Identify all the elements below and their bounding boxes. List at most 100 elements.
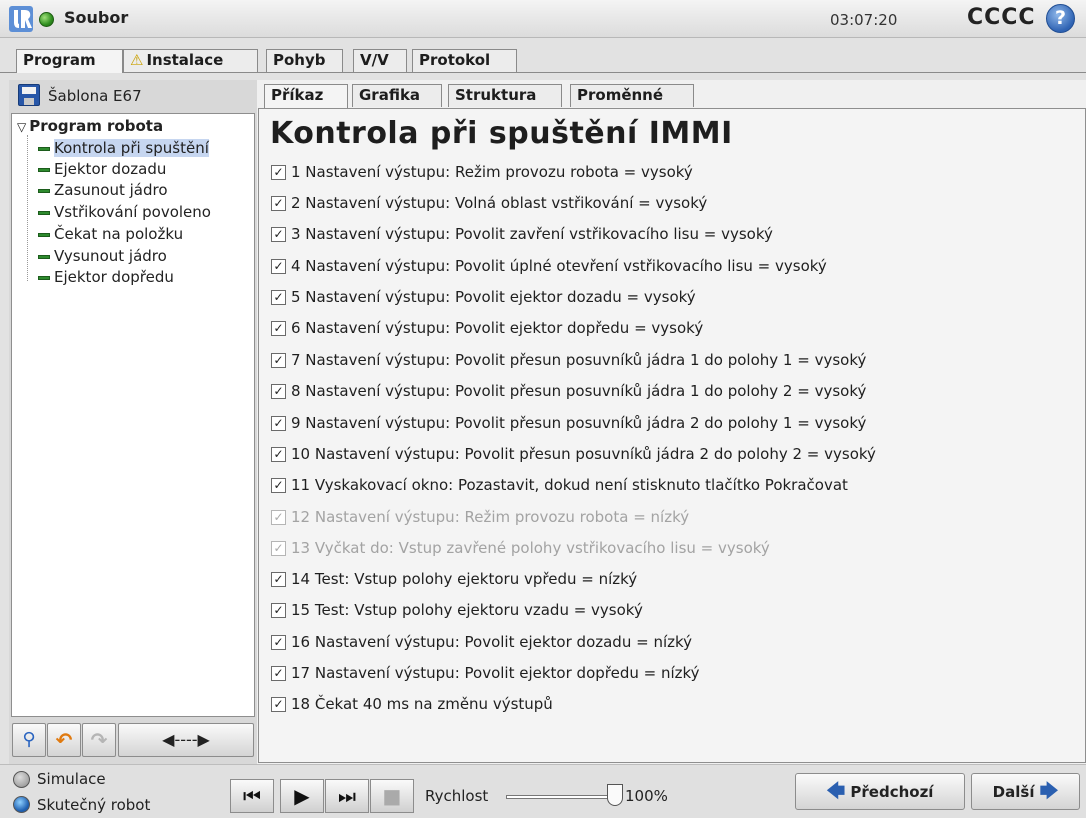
next-label: Další [992,783,1035,801]
checkbox-icon[interactable]: ✓ [271,196,286,211]
tab-protokol[interactable]: Protokol [412,49,517,72]
tree-item-label: Zasunout jádro [54,181,168,199]
command-row[interactable]: ✓ 2 Nastavení výstupu: Volná oblast vstři… [271,193,707,213]
undo-button[interactable]: ↶ [47,723,81,757]
tree-item-kontrola[interactable]: Kontrola při spuštění [38,138,209,158]
node-icon [38,254,50,259]
command-label: 4 Nastavení výstupu: Povolit úplné otevř… [291,257,827,275]
tab-label: Protokol [419,51,491,69]
checkbox-icon[interactable]: ✓ [271,165,286,180]
tree-item-ejektor-dopredu[interactable]: Ejektor dopředu [38,267,174,287]
status-indicator-icon [39,12,54,27]
stop-icon: ■ [382,784,402,808]
simulation-label: Simulace [37,770,106,788]
help-button[interactable]: ? [1046,4,1075,33]
command-row[interactable]: ✓ 3 Nastavení výstupu: Povolit zavření vs… [271,224,773,244]
speed-label: Rychlost [425,787,489,805]
command-row[interactable]: ✓ 16 Nastavení výstupu: Povolit ejektor d… [271,632,692,652]
next-button[interactable]: Další 🡆 [971,773,1080,810]
step-forward-button[interactable]: ⏭ [325,779,369,813]
checkbox-icon[interactable]: ✓ [271,290,286,305]
command-label: 14 Test: Vstup polohy ejektoru vpředu = … [291,570,638,588]
command-row[interactable]: ✓ 15 Test: Vstup polohy ejektoru vzadu = … [271,600,643,620]
checkbox-icon[interactable]: ✓ [271,384,286,399]
checkbox-icon[interactable]: ✓ [271,572,286,587]
checkbox-icon[interactable]: ✓ [271,541,286,556]
search-button[interactable]: ⚲ [12,723,46,757]
checkbox-icon[interactable]: ✓ [271,416,286,431]
command-row[interactable]: ✓ 10 Nastavení výstupu: Povolit přesun po… [271,444,876,464]
command-row-disabled[interactable]: ✓ 13 Vyčkat do: Vstup zavřené polohy vstř… [271,538,770,558]
previous-label: Předchozí [850,783,934,801]
checkbox-icon[interactable]: ✓ [271,603,286,618]
command-label: 6 Nastavení výstupu: Povolit ejektor dop… [291,319,704,337]
robot-name: CCCC [967,5,1036,30]
tree-item-label: Ejektor dozadu [54,160,167,178]
command-row[interactable]: ✓ 11 Vyskakovací okno: Pozastavit, dokud … [271,475,848,495]
checkbox-icon[interactable]: ✓ [271,259,286,274]
tab-promenne[interactable]: Proměnné [570,84,694,107]
save-icon[interactable] [18,84,40,106]
command-row[interactable]: ✓ 5 Nastavení výstupu: Povolit ejektor do… [271,287,696,307]
tree-item-vysunout-jadro[interactable]: Vysunout jádro [38,246,167,266]
speed-slider-thumb[interactable] [607,784,623,806]
move-button[interactable]: ◀----▶ [118,723,254,757]
checkbox-icon[interactable]: ✓ [271,510,286,525]
command-row[interactable]: ✓ 14 Test: Vstup polohy ejektoru vpředu =… [271,569,637,589]
tab-grafika[interactable]: Grafika [352,84,442,107]
real-robot-radio[interactable] [13,796,30,813]
command-row[interactable]: ✓ 9 Nastavení výstupu: Povolit přesun pos… [271,413,866,433]
command-label: 3 Nastavení výstupu: Povolit zavření vst… [291,225,773,243]
command-row[interactable]: ✓ 18 Čekat 40 ms na změnu výstupů [271,694,553,714]
tab-struktura[interactable]: Struktura [448,84,562,107]
speed-slider-track[interactable] [506,795,618,799]
tab-label: Proměnné [577,86,664,104]
command-row[interactable]: ✓ 8 Nastavení výstupu: Povolit přesun pos… [271,381,866,401]
tree-item-zasunout-jadro[interactable]: Zasunout jádro [38,180,168,200]
skip-back-button[interactable]: ⏮ [230,779,274,813]
main-tabs-divider [0,72,1086,73]
tree-item-cekat[interactable]: Čekat na položku [38,224,183,244]
step-forward-icon: ⏭ [338,784,356,808]
checkbox-icon[interactable]: ✓ [271,666,286,681]
command-row-disabled[interactable]: ✓ 12 Nastavení výstupu: Režim provozu rob… [271,507,689,527]
command-row[interactable]: ✓ 17 Nastavení výstupu: Povolit ejektor d… [271,663,700,683]
tree-item-label: Čekat na položku [54,225,184,243]
tab-program[interactable]: Program [16,49,123,73]
checkbox-icon[interactable]: ✓ [271,697,286,712]
checkbox-icon[interactable]: ✓ [271,635,286,650]
tab-label: Pohyb [273,51,326,69]
tree-root[interactable]: ▽ Program robota [17,116,163,137]
command-label: 12 Nastavení výstupu: Režim provozu robo… [291,508,690,526]
checkbox-icon[interactable]: ✓ [271,353,286,368]
play-button[interactable]: ▶ [280,779,324,813]
page-title: Kontrola při spuštění IMMI [270,116,733,151]
node-icon [38,210,50,215]
command-row[interactable]: ✓ 4 Nastavení výstupu: Povolit úplné otev… [271,256,827,276]
tab-prikaz[interactable]: Příkaz [264,84,348,108]
checkbox-icon[interactable]: ✓ [271,447,286,462]
checkbox-icon[interactable]: ✓ [271,321,286,336]
tree-root-label: Program robota [29,117,164,135]
checkbox-icon[interactable]: ✓ [271,227,286,242]
command-row[interactable]: ✓ 6 Nastavení výstupu: Povolit ejektor do… [271,318,703,338]
redo-button[interactable]: ↷ [82,723,116,757]
simulation-radio[interactable] [13,771,30,788]
tree-item-ejektor-dozadu[interactable]: Ejektor dozadu [38,159,166,179]
previous-button[interactable]: 🡄 Předchozí [795,773,965,810]
tree-item-vstrikovani[interactable]: Vstřikování povoleno [38,202,211,222]
command-label: 16 Nastavení výstupu: Povolit ejektor do… [291,633,693,651]
node-icon [38,232,50,237]
command-row[interactable]: ✓ 1 Nastavení výstupu: Režim provozu robo… [271,162,693,182]
tab-pohyb[interactable]: Pohyb [266,49,343,72]
node-icon [38,188,50,193]
file-menu[interactable]: Soubor [64,8,128,27]
stop-button[interactable]: ■ [370,779,414,813]
checkbox-icon[interactable]: ✓ [271,478,286,493]
expand-triangle-icon[interactable]: ▽ [17,120,26,134]
tab-vv[interactable]: V/V [353,49,407,72]
command-row[interactable]: ✓ 7 Nastavení výstupu: Povolit přesun pos… [271,350,866,370]
tab-label: V/V [360,51,389,69]
tab-instalace[interactable]: ⚠ Instalace [123,49,258,72]
tree-connector [27,135,28,281]
